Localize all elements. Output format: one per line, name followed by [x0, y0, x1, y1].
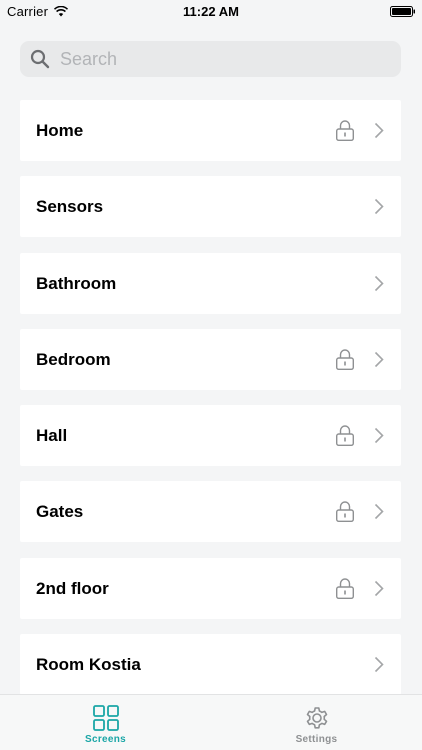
chevron-right-icon [374, 504, 384, 520]
tab-screens[interactable]: Screens [0, 695, 211, 750]
list-item[interactable]: Bedroom [20, 328, 401, 390]
lock-icon [336, 425, 354, 447]
search-input[interactable] [60, 48, 380, 70]
chevron-right-icon [374, 275, 384, 291]
tab-bar: Screens Settings [0, 694, 422, 750]
chevron-right-icon [374, 199, 384, 215]
lock-icon [336, 578, 354, 599]
list-item-label: Bedroom [36, 349, 111, 369]
chevron-right-icon [374, 428, 384, 444]
tab-label: Settings [295, 734, 338, 745]
status-bar: Carrier 11:22 AM [0, 0, 422, 22]
lock-icon [336, 120, 354, 141]
screens-list: Home Sensors Bathroom Bedroom Hall Gates… [20, 100, 401, 710]
list-item[interactable]: 2nd floor [20, 557, 401, 619]
lock-icon [336, 501, 354, 523]
list-item[interactable]: Bathroom [20, 252, 401, 314]
list-item[interactable]: Sensors [20, 176, 401, 238]
status-time: 11:22 AM [183, 4, 239, 19]
list-item-label: 2nd floor [36, 578, 109, 598]
gear-icon [306, 707, 327, 729]
list-item[interactable]: Hall [20, 405, 401, 467]
list-item-label: Sensors [36, 197, 104, 217]
tab-label: Screens [84, 734, 127, 745]
search-icon [30, 49, 50, 69]
grid-icon [92, 705, 119, 731]
battery-icon [390, 6, 415, 17]
list-item-label: Room Kostia [36, 655, 141, 675]
tab-settings[interactable]: Settings [211, 695, 422, 750]
list-item-label: Gates [36, 502, 84, 522]
list-item[interactable]: Home [20, 100, 401, 161]
lock-icon [336, 349, 354, 370]
list-item-label: Bathroom [36, 273, 117, 293]
chevron-right-icon [374, 657, 384, 673]
chevron-right-icon [374, 351, 384, 367]
search-bar[interactable] [20, 41, 401, 77]
list-item-label: Hall [36, 426, 68, 446]
list-item-label: Home [36, 121, 84, 140]
chevron-right-icon [374, 122, 384, 139]
list-item[interactable]: Room Kostia [20, 634, 401, 696]
list-item[interactable]: Gates [20, 481, 401, 543]
chevron-right-icon [374, 580, 384, 596]
